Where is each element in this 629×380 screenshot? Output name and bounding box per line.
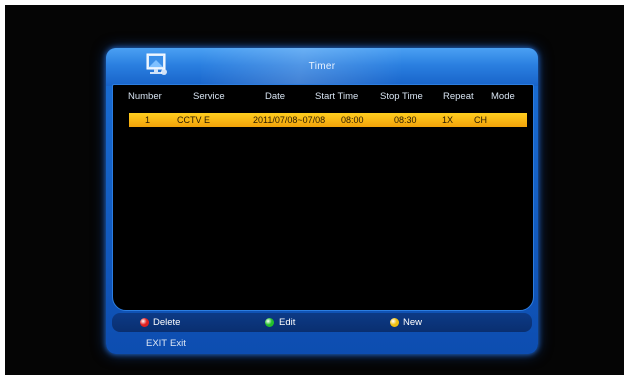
column-header-number: Number — [128, 91, 162, 102]
column-header-mode: Mode — [491, 91, 515, 102]
green-button-icon — [265, 318, 274, 327]
yellow-button-icon — [390, 318, 399, 327]
table-row[interactable]: 1 CCTV E 2011/07/08~07/08 08:00 08:30 1X… — [129, 113, 527, 127]
cell-stop: 08:30 — [394, 115, 417, 125]
column-header-stop-time: Stop Time — [380, 91, 423, 102]
column-header-service: Service — [193, 91, 225, 102]
cell-start: 08:00 — [341, 115, 364, 125]
column-header-date: Date — [265, 91, 286, 102]
column-header-repeat: Repeat — [443, 91, 474, 102]
new-button[interactable]: New — [403, 316, 422, 329]
column-header-start-time: Start Time — [315, 91, 359, 102]
exit-key-label: EXIT — [146, 338, 168, 349]
table-header: Number Service Date Start Time Stop Time… — [113, 91, 533, 107]
cell-number: 1 — [145, 115, 151, 125]
color-key-bar: Delete Edit New — [112, 313, 532, 332]
cell-date: 2011/07/08~07/08 — [253, 115, 326, 125]
edit-button[interactable]: Edit — [279, 316, 295, 329]
cell-repeat: 1X — [442, 115, 454, 125]
title-bar: Timer — [106, 48, 538, 86]
tv-screen: Timer Number Service Date Start Time Sto… — [5, 5, 624, 375]
delete-button[interactable]: Delete — [153, 316, 180, 329]
exit-button[interactable]: Exit — [170, 334, 186, 354]
red-button-icon — [140, 318, 149, 327]
cell-service: CCTV E — [177, 115, 211, 125]
window-title: Timer — [308, 61, 336, 72]
cell-mode: CH — [474, 115, 487, 125]
exit-bar: EXIT Exit — [106, 334, 538, 354]
timer-window: Timer Number Service Date Start Time Sto… — [106, 48, 538, 354]
timer-list-panel: Number Service Date Start Time Stop Time… — [112, 84, 534, 311]
